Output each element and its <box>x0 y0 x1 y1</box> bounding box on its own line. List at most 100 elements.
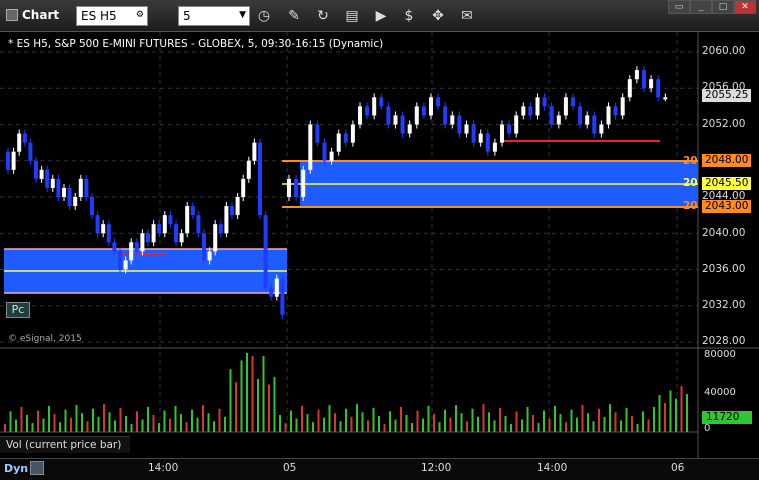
candle-body <box>56 178 61 197</box>
volume-bar <box>653 406 655 432</box>
volume-bar <box>136 411 138 432</box>
candle-body <box>252 142 257 161</box>
candle-body <box>563 97 568 116</box>
volume-bar <box>86 421 89 432</box>
pencil-icon[interactable]: ✎ <box>283 6 305 26</box>
lock-icon[interactable] <box>30 461 44 475</box>
price-tick: 2060.00 <box>702 45 746 57</box>
currency-icon[interactable]: $ <box>398 6 420 26</box>
volume-bar <box>482 404 485 432</box>
volume-bar <box>361 412 364 432</box>
volume-bar <box>686 394 688 432</box>
volume-bar <box>306 414 309 432</box>
draw-tool-icon[interactable]: ✥ <box>427 6 449 26</box>
chat-icon[interactable]: ✉ <box>456 6 478 26</box>
candle-body <box>190 206 195 216</box>
volume-bar <box>378 415 380 432</box>
chart-header: * ES H5, S&P 500 E-MINI FUTURES - GLOBEX… <box>8 38 384 50</box>
volume-bar <box>433 414 435 432</box>
candle-body <box>207 251 212 261</box>
time-tick: 14:00 <box>148 462 179 474</box>
volume-bar <box>422 418 424 432</box>
candle-body <box>379 97 384 107</box>
symbol-input[interactable]: ES H5 ⚙ <box>76 6 148 26</box>
volume-bar <box>471 408 474 432</box>
volume-bar <box>185 422 188 432</box>
volume-bar <box>438 422 441 432</box>
candle-body <box>549 106 554 125</box>
pc-study-button[interactable]: Pc <box>6 302 30 318</box>
candle-body <box>112 242 117 252</box>
volume-bar <box>394 419 397 432</box>
candle-body <box>168 215 173 225</box>
maximize-button[interactable]: □ <box>712 0 734 14</box>
volume-bar <box>119 407 122 432</box>
volume-bar <box>581 405 584 432</box>
volume-bar <box>20 406 23 432</box>
volume-bar <box>284 423 287 432</box>
volume-bar <box>31 423 34 432</box>
candle-body <box>471 124 476 143</box>
price-tick: 2028.00 <box>702 335 746 347</box>
volume-bar <box>334 413 336 432</box>
clock-icon[interactable]: ◷ <box>253 6 275 26</box>
volume-bar <box>559 414 562 432</box>
interval-select[interactable]: 5 ▼ <box>178 6 250 26</box>
volume-bar <box>290 410 292 432</box>
volume-bar <box>147 406 149 432</box>
volume-bar <box>466 421 468 432</box>
candle-body <box>556 115 561 125</box>
candle-body <box>6 151 10 170</box>
candle-body <box>274 278 279 297</box>
volume-bar <box>526 406 529 432</box>
volume-bar <box>64 409 67 432</box>
mid-level-text: 20 <box>683 177 698 189</box>
volume-bar <box>97 416 100 432</box>
volume-bar <box>207 413 210 432</box>
price-tick: 2052.00 <box>702 118 746 130</box>
volume-bar <box>680 386 683 432</box>
restore-button[interactable]: ▭ <box>668 0 690 14</box>
dynamic-mode-label[interactable]: Dyn <box>4 462 28 475</box>
volume-bar <box>37 410 39 432</box>
candle-body <box>84 178 89 197</box>
volume-bar <box>268 384 270 432</box>
play-icon[interactable]: ▶ <box>370 6 392 26</box>
close-button[interactable]: ✕ <box>734 0 756 14</box>
candle-body <box>78 178 83 197</box>
volume-bar <box>323 417 325 432</box>
volume-bar <box>576 417 578 432</box>
candle-body <box>129 242 134 261</box>
volume-bar <box>180 414 182 432</box>
volume-bar <box>400 406 402 432</box>
refresh-icon[interactable]: ↻ <box>312 6 334 26</box>
candle-body <box>393 115 398 125</box>
minimize-button[interactable]: _ <box>690 0 712 14</box>
candle-body <box>22 133 27 143</box>
candle-body <box>157 224 162 234</box>
candle-body <box>230 206 234 216</box>
volume-study-label[interactable]: Vol (current price bar) <box>0 436 130 453</box>
window-title: Chart <box>6 8 59 22</box>
volume-bar <box>213 421 215 432</box>
volume-bar <box>103 404 105 432</box>
volume-bar <box>42 418 45 432</box>
volume-bar <box>301 406 303 432</box>
tag-icon[interactable]: ▤ <box>341 6 363 26</box>
volume-bar <box>163 410 166 432</box>
candle-body <box>421 106 426 116</box>
chevron-down-icon[interactable]: ▼ <box>239 10 246 20</box>
time-axis-bar: Dyn 14:00 05 12:00 14:00 06 <box>0 458 759 480</box>
candle-body <box>500 124 504 143</box>
price-chart[interactable] <box>0 32 759 458</box>
candle-body <box>62 187 66 197</box>
chart-window-icon <box>6 9 18 21</box>
volume-bar <box>81 413 83 432</box>
gear-icon[interactable]: ⚙ <box>136 10 144 20</box>
volume-bar <box>218 408 221 432</box>
candle-body <box>67 187 72 207</box>
candle-body <box>599 124 604 134</box>
candle-body <box>213 224 218 252</box>
candle-body <box>179 233 184 243</box>
volume-bar <box>350 416 353 432</box>
